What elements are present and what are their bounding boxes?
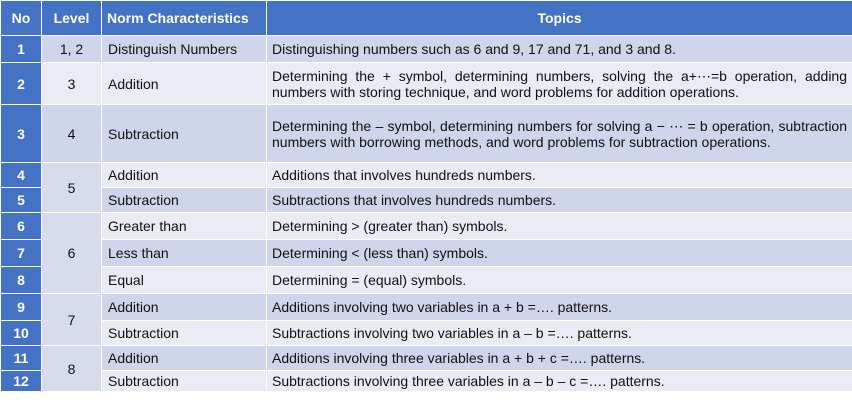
header-norm-characteristics: Norm Characteristics <box>101 0 267 36</box>
table-row: 5 Subtraction Subtractions that involves… <box>0 187 852 213</box>
row-topic: Determining > (greater than) symbols. <box>266 212 852 240</box>
table-row: 1 1, 2 Distinguish Numbers Distinguishin… <box>0 35 852 63</box>
row-level: 3 <box>41 62 102 105</box>
row-number: 5 <box>0 187 42 213</box>
row-level: 4 <box>41 104 102 163</box>
row-level: 5 <box>41 162 102 213</box>
table-row: 2 3 Addition Determining the + symbol, d… <box>0 62 852 105</box>
row-norm: Greater than <box>101 212 267 240</box>
row-topic: Subtractions involving three variables i… <box>266 370 852 392</box>
table-row: 7 Less than Determining < (less than) sy… <box>0 239 852 267</box>
row-level: 6 <box>41 212 102 294</box>
row-topic: Determining = (equal) symbols. <box>266 266 852 294</box>
row-norm: Distinguish Numbers <box>101 35 267 63</box>
row-norm: Addition <box>101 293 267 321</box>
row-norm: Subtraction <box>101 187 267 213</box>
row-topic: Determining the – symbol, determining nu… <box>266 104 852 163</box>
row-topic: Determining < (less than) symbols. <box>266 239 852 267</box>
row-norm: Subtraction <box>101 104 267 163</box>
row-norm: Equal <box>101 266 267 294</box>
row-topic: Determining the + symbol, determining nu… <box>266 62 852 105</box>
norm-table: No Level Norm Characteristics Topics 1 1… <box>0 0 852 392</box>
row-number: 6 <box>0 212 42 240</box>
row-topic: Subtractions that involves hundreds numb… <box>266 187 852 213</box>
table-row: 9 7 Addition Additions involving two var… <box>0 293 852 346</box>
row-topic: Additions involving three variables in a… <box>266 345 852 371</box>
row-norm: Addition <box>101 62 267 105</box>
row-number: 1 <box>0 35 42 63</box>
row-number: 7 <box>0 239 42 267</box>
header-level: Level <box>41 0 102 36</box>
row-number: 3 <box>0 104 42 163</box>
row-number: 11 <box>0 345 42 371</box>
row-number: 2 <box>0 62 42 105</box>
header-no: No <box>0 0 42 36</box>
table-row: 11 8 Addition Additions involving three … <box>0 345 852 392</box>
row-number: 12 <box>0 370 42 392</box>
row-topic: Subtractions involving two variables in … <box>266 320 852 346</box>
table-row: 3 4 Subtraction Determining the – symbol… <box>0 104 852 163</box>
row-level: 8 <box>41 345 102 392</box>
row-number: 8 <box>0 266 42 294</box>
row-norm: Subtraction <box>101 320 267 346</box>
row-level: 7 <box>41 293 102 346</box>
row-norm: Less than <box>101 239 267 267</box>
row-level: 1, 2 <box>41 35 102 63</box>
table-row: 6 6 Greater than Determining > (greater … <box>0 212 852 294</box>
row-norm: Subtraction <box>101 370 267 392</box>
row-number: 4 <box>0 162 42 188</box>
table-row: 12 Subtraction Subtractions involving th… <box>0 370 852 392</box>
row-number: 10 <box>0 320 42 346</box>
row-topic: Additions involving two variables in a +… <box>266 293 852 321</box>
row-number: 9 <box>0 293 42 321</box>
header-topics: Topics <box>266 0 852 36</box>
row-topic: Distinguishing numbers such as 6 and 9, … <box>266 35 852 63</box>
row-topic: Additions that involves hundreds numbers… <box>266 162 852 188</box>
header-row: No Level Norm Characteristics Topics <box>0 0 852 36</box>
table-row: 8 Equal Determining = (equal) symbols. <box>0 266 852 294</box>
row-norm: Addition <box>101 345 267 371</box>
row-norm: Addition <box>101 162 267 188</box>
table-row: 4 5 Addition Additions that involves hun… <box>0 162 852 213</box>
table-row: 10 Subtraction Subtractions involving tw… <box>0 320 852 346</box>
